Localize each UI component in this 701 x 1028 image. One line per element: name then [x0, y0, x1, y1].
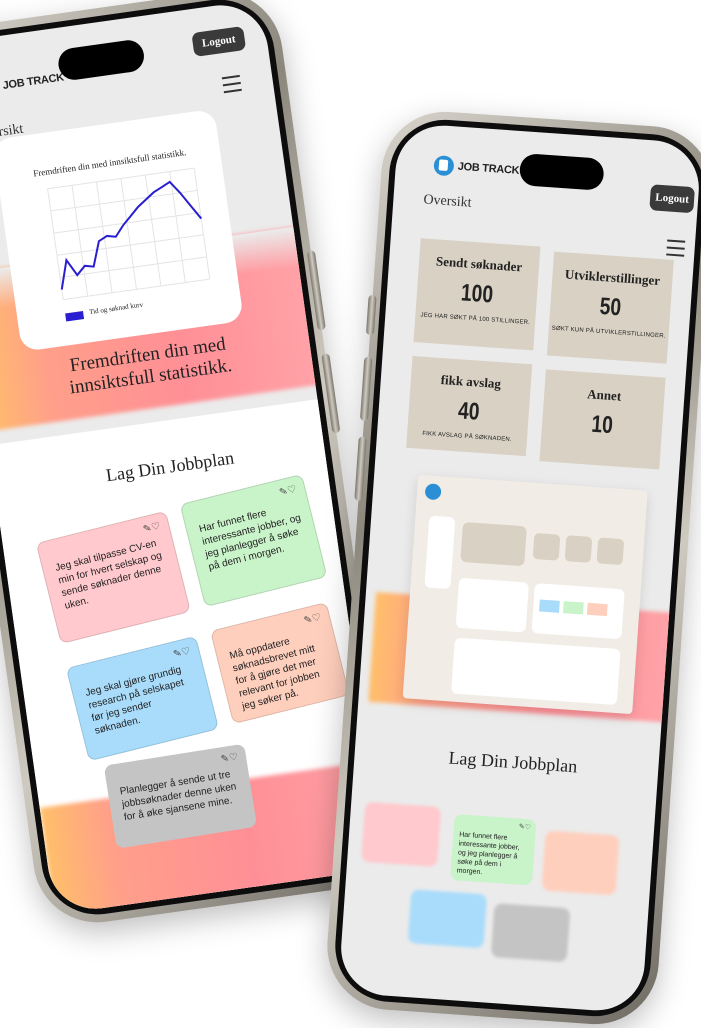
app-logo[interactable]: JOB TRACK — [433, 155, 520, 181]
note-card[interactable]: ✎♡ Har funnet flere interessante jobber,… — [450, 814, 536, 886]
right-phone: JOB TRACK Logout Oversikt Sendt søknader… — [323, 108, 701, 1028]
edit-like-icons[interactable]: ✎♡ — [518, 823, 531, 833]
side-button — [354, 436, 366, 500]
jobplan-title: Lag Din Jobbplan — [448, 748, 578, 778]
hamburger-menu-icon[interactable] — [222, 75, 242, 93]
note-text: Har funnet flere interessante jobber, og… — [456, 831, 519, 876]
edit-like-icons[interactable]: ✎♡ — [172, 645, 192, 662]
dynamic-island — [56, 38, 146, 82]
stat-card-rejected: fikk avslag 40 FIKK AVSLAG PÅ SØKNADEN. — [406, 356, 532, 456]
note-text: Jeg skal tilpasse CV-en min for hvert se… — [54, 538, 163, 612]
edit-like-icons[interactable]: ✎♡ — [303, 611, 323, 628]
edit-like-icons[interactable]: ✎♡ — [220, 751, 239, 767]
note-card[interactable] — [542, 830, 620, 895]
dashboard-preview-image — [403, 475, 648, 714]
note-text: Jeg skal gjøre grundig research på selsk… — [84, 664, 185, 736]
logout-button[interactable]: Logout — [191, 26, 246, 57]
note-card[interactable] — [491, 903, 571, 962]
logo-icon — [433, 155, 454, 176]
legend-swatch — [65, 311, 84, 321]
note-text: Må oppdatere søknadsbrevet mitt for å gj… — [228, 636, 320, 712]
side-button — [360, 357, 372, 421]
dynamic-island — [519, 153, 605, 191]
app-logo[interactable]: JOB TRACK — [0, 68, 65, 100]
right-phone-screen: JOB TRACK Logout Oversikt Sendt søknader… — [338, 122, 701, 1013]
note-card[interactable] — [408, 889, 488, 948]
chart-card: Fremdriften din med innsiktsfull statist… — [0, 109, 244, 352]
logo-text: JOB TRACK — [2, 71, 65, 91]
chart-gridline — [48, 189, 64, 300]
edit-like-icons[interactable]: ✎♡ — [278, 483, 298, 500]
stat-card-other: Annet 10 — [540, 369, 666, 469]
progress-line-chart — [0, 109, 244, 352]
chart-gridline — [194, 168, 210, 279]
edit-like-icons[interactable]: ✎♡ — [142, 520, 162, 537]
logo-text: JOB TRACK — [457, 161, 519, 177]
hamburger-menu-icon[interactable] — [666, 239, 685, 256]
note-card[interactable] — [361, 802, 441, 867]
stat-card-sent: Sendt søknader 100 JEG HAR SØKT PÅ 100 S… — [414, 238, 541, 350]
note-text: Planlegger å sende ut tre jobbsøknader d… — [119, 769, 237, 823]
side-button — [366, 295, 377, 335]
logout-button[interactable]: Logout — [649, 184, 695, 213]
overview-heading: Oversikt — [423, 192, 472, 211]
chart-gridline — [72, 185, 88, 296]
chart-gridline — [170, 172, 186, 283]
note-text: Har funnet flere interessante jobber, og… — [198, 508, 302, 573]
chart-gridline — [121, 178, 137, 289]
stat-card-developer: Utviklerstillinger 50 SØKT KUN PÅ UTVIKL… — [547, 252, 674, 364]
